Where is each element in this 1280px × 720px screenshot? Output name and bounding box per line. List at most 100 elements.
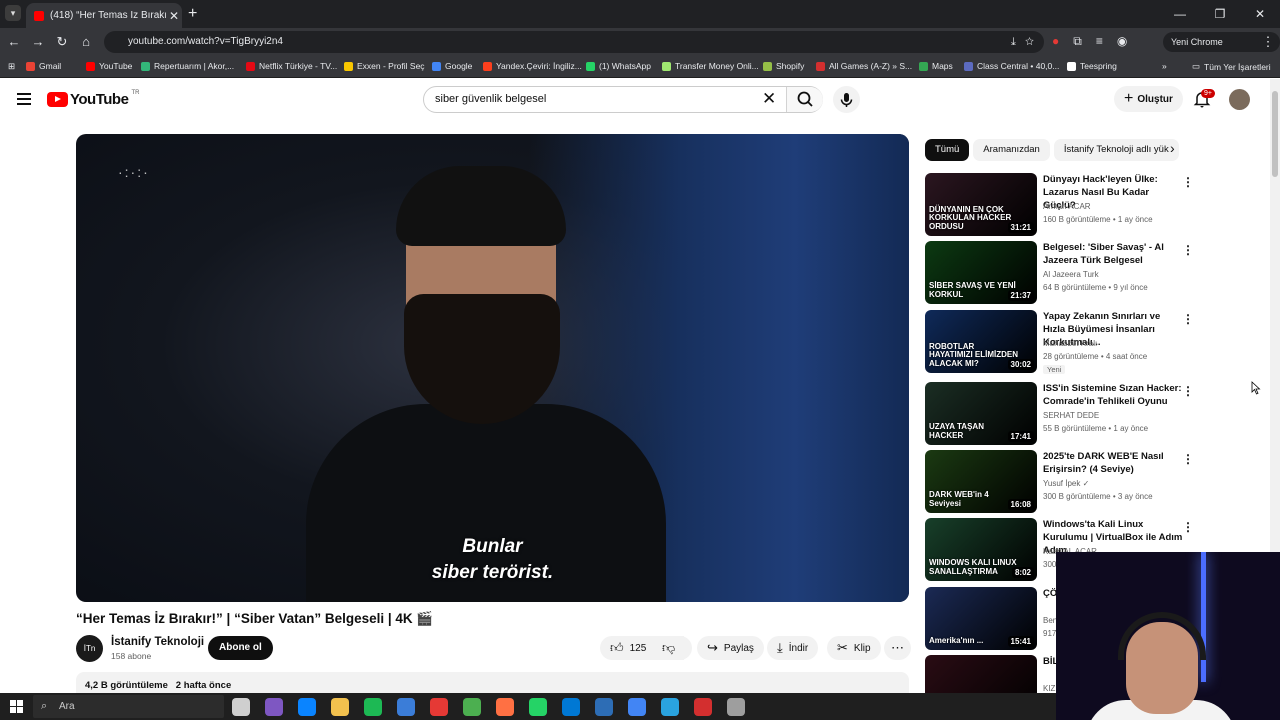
recommendation-item[interactable]: DÜNYANIN EN ÇOK KORKULAN HACKER ORDUSU 31… [925, 173, 1195, 237]
more-options-icon[interactable]: ⋮ [1182, 312, 1194, 326]
chips-next-icon[interactable]: › [1170, 140, 1175, 156]
recommendation-item[interactable]: ROBOTLAR HAYATIMIZI ELİMİZDEN ALACAK MI?… [925, 310, 1195, 374]
extension-icon[interactable]: ● [1052, 34, 1059, 49]
bookmark-item[interactable]: Exxen - Profil Seç [344, 61, 425, 71]
bookmark-item[interactable]: Gmail [26, 61, 61, 71]
youtube-logo[interactable]: YouTube TR [47, 90, 139, 108]
reload-icon[interactable]: ↻ [54, 34, 70, 50]
taskbar-app-icon[interactable] [265, 698, 283, 716]
taskbar-app-icon[interactable] [331, 698, 349, 716]
channel-name[interactable]: İstanify Teknoloji [111, 636, 204, 648]
search-input[interactable]: siber güvenlik belgesel [435, 93, 546, 105]
taskbar-app-icon[interactable] [529, 698, 547, 716]
bookmark-item[interactable]: Netflix Türkiye - TV... [246, 61, 337, 71]
taskbar-app-icon[interactable] [463, 698, 481, 716]
chrome-menu-icon[interactable]: ⋮ [1260, 34, 1276, 50]
apps-grid-icon[interactable]: ⊞ [8, 61, 15, 72]
video-thumbnail[interactable]: DARK WEB'in 4 Seviyesi 16:08 [925, 450, 1037, 513]
restore-icon[interactable]: ❐ [1200, 0, 1240, 28]
chip-from-search[interactable]: Aramanızdan [973, 139, 1050, 161]
profile-avatar-icon[interactable]: ◉ [1117, 34, 1127, 49]
channel-avatar[interactable]: İTn [76, 635, 103, 662]
recommendation-item[interactable]: UZAYA TAŞAN HACKER 17:41 ISS'in Sistemine … [925, 382, 1195, 446]
video-thumbnail[interactable]: Amerika'nın ... 15:41 [925, 587, 1037, 650]
taskbar-app-icon[interactable] [562, 698, 580, 716]
taskbar-app-icon[interactable] [397, 698, 415, 716]
video-thumbnail[interactable]: UZAYA TAŞAN HACKER 17:41 [925, 382, 1037, 445]
more-options-icon[interactable]: ⋮ [1182, 243, 1194, 257]
browser-tab-active[interactable]: (418) “Her Temas İz Bırakır!” | “ ✕ [26, 3, 182, 28]
taskbar-app-icon[interactable] [595, 698, 613, 716]
video-thumbnail[interactable]: SİBER SAVAŞ VE YENİ KORKUL 21:37 [925, 241, 1037, 304]
taskbar-app-icon[interactable] [727, 698, 745, 716]
taskbar-app-icon[interactable] [232, 698, 250, 716]
taskbar-app-icon[interactable] [496, 698, 514, 716]
reading-list-icon[interactable]: ≡ [1096, 34, 1103, 49]
download-button[interactable]: ⤓ İndir [767, 636, 819, 660]
all-bookmarks[interactable]: ▭ Tüm Yer İşaretleri [1192, 61, 1271, 72]
video-thumbnail[interactable]: WINDOWS KALI LINUX SANALLAŞTIRMA 8:02 [925, 518, 1037, 581]
taskbar-app-icon[interactable] [661, 698, 679, 716]
close-window-icon[interactable]: ✕ [1240, 0, 1280, 28]
taskbar-app-icon[interactable] [694, 698, 712, 716]
minimize-icon[interactable]: — [1160, 0, 1200, 28]
user-avatar[interactable] [1229, 89, 1250, 110]
bookmark-item[interactable]: YouTube [86, 61, 132, 71]
tab-close-icon[interactable]: ✕ [166, 9, 182, 23]
menu-icon[interactable] [17, 93, 31, 105]
bookmark-item[interactable]: (1) WhatsApp [586, 61, 651, 71]
taskbar-app-icon[interactable] [628, 698, 646, 716]
clip-button[interactable]: ✂ Klip [827, 636, 881, 660]
tab-search-icon[interactable]: ▾ [5, 5, 21, 21]
bookmark-item[interactable]: Google [432, 61, 472, 71]
extensions-puzzle-icon[interactable]: ⧉ [1073, 34, 1082, 49]
recommendation-item[interactable]: DARK WEB'in 4 Seviyesi 16:08 2025'te DARK … [925, 450, 1195, 514]
recommendation-channel[interactable]: KIZ [1043, 684, 1055, 693]
bookmarks-overflow-icon[interactable]: » [1162, 61, 1167, 71]
recommendation-channel[interactable]: Yusuf İpek ✓ [1043, 479, 1089, 488]
clear-search-icon[interactable]: ✕ [762, 89, 776, 109]
recommendation-item[interactable]: SİBER SAVAŞ VE YENİ KORKUL 21:37 Belgesel:… [925, 241, 1195, 305]
video-thumbnail[interactable]: ROBOTLAR HAYATIMIZI ELİMİZDEN ALACAK MI?… [925, 310, 1037, 373]
search-button[interactable] [786, 87, 823, 112]
bookmark-item[interactable]: Maps [919, 61, 953, 71]
recommendation-channel[interactable]: Al Jazeera Turk [1043, 270, 1099, 279]
recommendation-title[interactable]: Belgesel: 'Siber Savaş' - Al Jazeera Tür… [1043, 241, 1183, 267]
back-icon[interactable]: ← [6, 34, 22, 49]
more-options-icon[interactable]: ⋮ [1182, 520, 1194, 534]
more-options-icon[interactable]: ⋮ [1182, 384, 1194, 398]
address-bar[interactable]: youtube.com/watch?v=TigBryyi2n4 ⤓ ☆ [104, 31, 1044, 53]
video-player[interactable]: ·:·:· Bunlar siber terörist. [76, 134, 909, 602]
voice-search-icon[interactable] [833, 86, 860, 113]
recommendation-channel[interactable]: SERHAT DEDE [1043, 411, 1099, 420]
bookmark-item[interactable]: Teespring [1067, 61, 1117, 71]
chip-channel[interactable]: İstanify Teknoloji adlı yük [1053, 139, 1179, 161]
bookmark-item[interactable]: Class Central • 40,0... [964, 61, 1059, 71]
video-thumbnail[interactable]: DÜNYANIN EN ÇOK KORKULAN HACKER ORDUSU 31… [925, 173, 1037, 236]
taskbar-app-icon[interactable] [364, 698, 382, 716]
forward-icon[interactable]: → [30, 34, 46, 49]
more-actions-button[interactable]: ⋯ [884, 636, 911, 660]
bookmark-item[interactable]: Yandex.Çeviri: İngiliz... [483, 61, 582, 71]
subscribe-button[interactable]: Abone ol [208, 636, 273, 660]
home-icon[interactable]: ⌂ [78, 34, 94, 49]
bookmark-item[interactable]: Shopify [763, 61, 804, 71]
bookmark-item[interactable]: Repertuarım | Akor,... [141, 61, 234, 71]
windows-start-icon[interactable] [10, 700, 23, 713]
chip-all[interactable]: Tümü [925, 139, 970, 161]
recommendation-title[interactable]: 2025'te DARK WEB'E Nasıl Erişirsin? (4 S… [1043, 450, 1183, 476]
dislike-button[interactable]: 👎︎ [652, 636, 692, 660]
taskbar-app-icon[interactable] [430, 698, 448, 716]
recommendation-title[interactable]: ISS'in Sistemine Sızan Hacker: Comrade'i… [1043, 382, 1183, 408]
bookmark-star-icon[interactable]: ⤓ ☆ [1011, 31, 1034, 53]
recommendation-channel[interactable]: Arman ACAR [1043, 202, 1091, 211]
create-button[interactable]: + Oluştur [1114, 86, 1183, 112]
share-button[interactable]: ↪ Paylaş [697, 636, 764, 660]
recommendation-channel[interactable]: Muhabbet Kralı [1043, 339, 1097, 348]
bookmark-item[interactable]: All Games (A-Z) » S... [816, 61, 912, 71]
taskbar-search[interactable]: ⌕ Ara [33, 695, 224, 718]
search-box[interactable]: siber güvenlik belgesel ✕ [423, 86, 823, 113]
more-options-icon[interactable]: ⋮ [1182, 452, 1194, 466]
more-options-icon[interactable]: ⋮ [1182, 175, 1194, 189]
taskbar-app-icon[interactable] [298, 698, 316, 716]
